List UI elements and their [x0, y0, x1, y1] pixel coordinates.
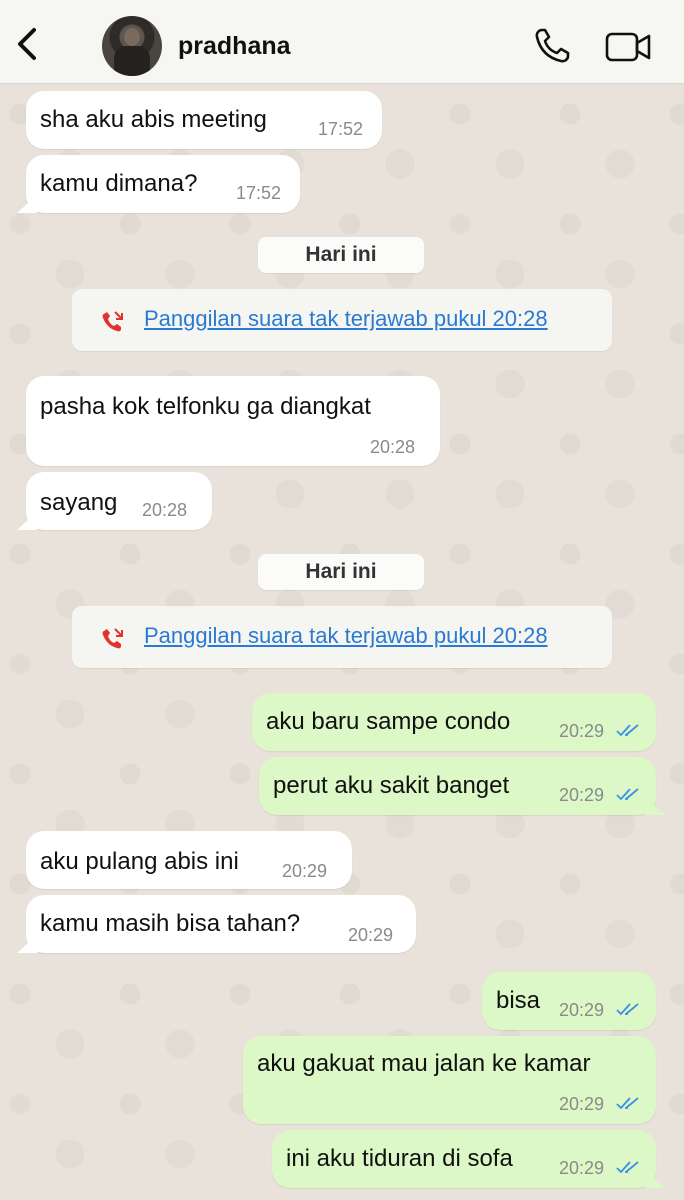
contact-name[interactable]: pradhana	[178, 32, 291, 61]
message-text: ini aku tiduran di sofa	[286, 1145, 513, 1172]
date-divider: Hari ini	[258, 237, 424, 273]
message-time: 17:52	[318, 119, 364, 139]
outgoing-message[interactable]: perut aku sakit banget 20:29	[259, 757, 656, 815]
message-text: aku pulang abis ini	[40, 848, 239, 875]
message-time: 20:28	[370, 437, 416, 457]
date-divider: Hari ini	[258, 554, 424, 590]
phone-icon[interactable]	[532, 26, 572, 66]
outgoing-message[interactable]: bisa 20:29	[482, 972, 656, 1030]
outgoing-message[interactable]: aku baru sampe condo 20:29	[252, 693, 656, 751]
incoming-message[interactable]: pasha kok telfonku ga diangkat 20:28	[26, 376, 440, 466]
missed-call-text[interactable]: Panggilan suara tak terjawab pukul 20:28	[144, 306, 548, 332]
outgoing-message[interactable]: ini aku tiduran di sofa 20:29	[272, 1130, 656, 1188]
message-text: kamu dimana?	[40, 170, 198, 197]
message-text: aku gakuat mau jalan ke kamar	[257, 1050, 591, 1077]
message-text: bisa	[496, 987, 541, 1014]
missed-call-card[interactable]: Panggilan suara tak terjawab pukul 20:28	[72, 606, 612, 668]
message-text: perut aku sakit banget	[273, 772, 510, 799]
message-time: 20:29	[282, 861, 328, 881]
outgoing-message[interactable]: aku gakuat mau jalan ke kamar 20:29	[243, 1036, 656, 1124]
message-text: kamu masih bisa tahan?	[40, 910, 301, 937]
message-time: 20:29	[348, 925, 394, 945]
incoming-message[interactable]: kamu dimana? 17:52	[26, 155, 300, 213]
incoming-message[interactable]: kamu masih bisa tahan? 20:29	[26, 895, 416, 953]
read-ticks-icon	[616, 1097, 639, 1110]
message-text: pasha kok telfonku ga diangkat	[40, 393, 371, 420]
message-time: 20:29	[559, 1158, 605, 1178]
message-time: 20:29	[559, 721, 605, 741]
read-ticks-icon	[616, 788, 639, 801]
message-time: 20:29	[559, 1000, 605, 1020]
read-ticks-icon	[616, 724, 639, 737]
message-time: 20:28	[142, 500, 188, 520]
incoming-message[interactable]: aku pulang abis ini 20:29	[26, 831, 352, 889]
message-text: aku baru sampe condo	[266, 708, 511, 735]
message-time: 20:29	[559, 1094, 605, 1114]
read-ticks-icon	[616, 1161, 639, 1174]
incoming-message[interactable]: sayang 20:28	[26, 472, 212, 530]
message-time: 20:29	[559, 785, 605, 805]
video-camera-icon[interactable]	[604, 30, 652, 64]
missed-call-card[interactable]: Panggilan suara tak terjawab pukul 20:28	[72, 289, 612, 351]
incoming-message[interactable]: sha aku abis meeting 17:52	[26, 91, 382, 149]
avatar[interactable]	[102, 16, 162, 76]
missed-call-icon	[100, 625, 126, 651]
chevron-left-icon[interactable]	[10, 22, 46, 66]
read-ticks-icon	[616, 1003, 639, 1016]
chat-header: pradhana	[0, 0, 684, 84]
missed-call-icon	[100, 308, 126, 334]
message-text: sha aku abis meeting	[40, 106, 267, 133]
message-time: 17:52	[236, 183, 282, 203]
missed-call-text[interactable]: Panggilan suara tak terjawab pukul 20:28	[144, 623, 548, 649]
message-text: sayang	[40, 489, 118, 516]
